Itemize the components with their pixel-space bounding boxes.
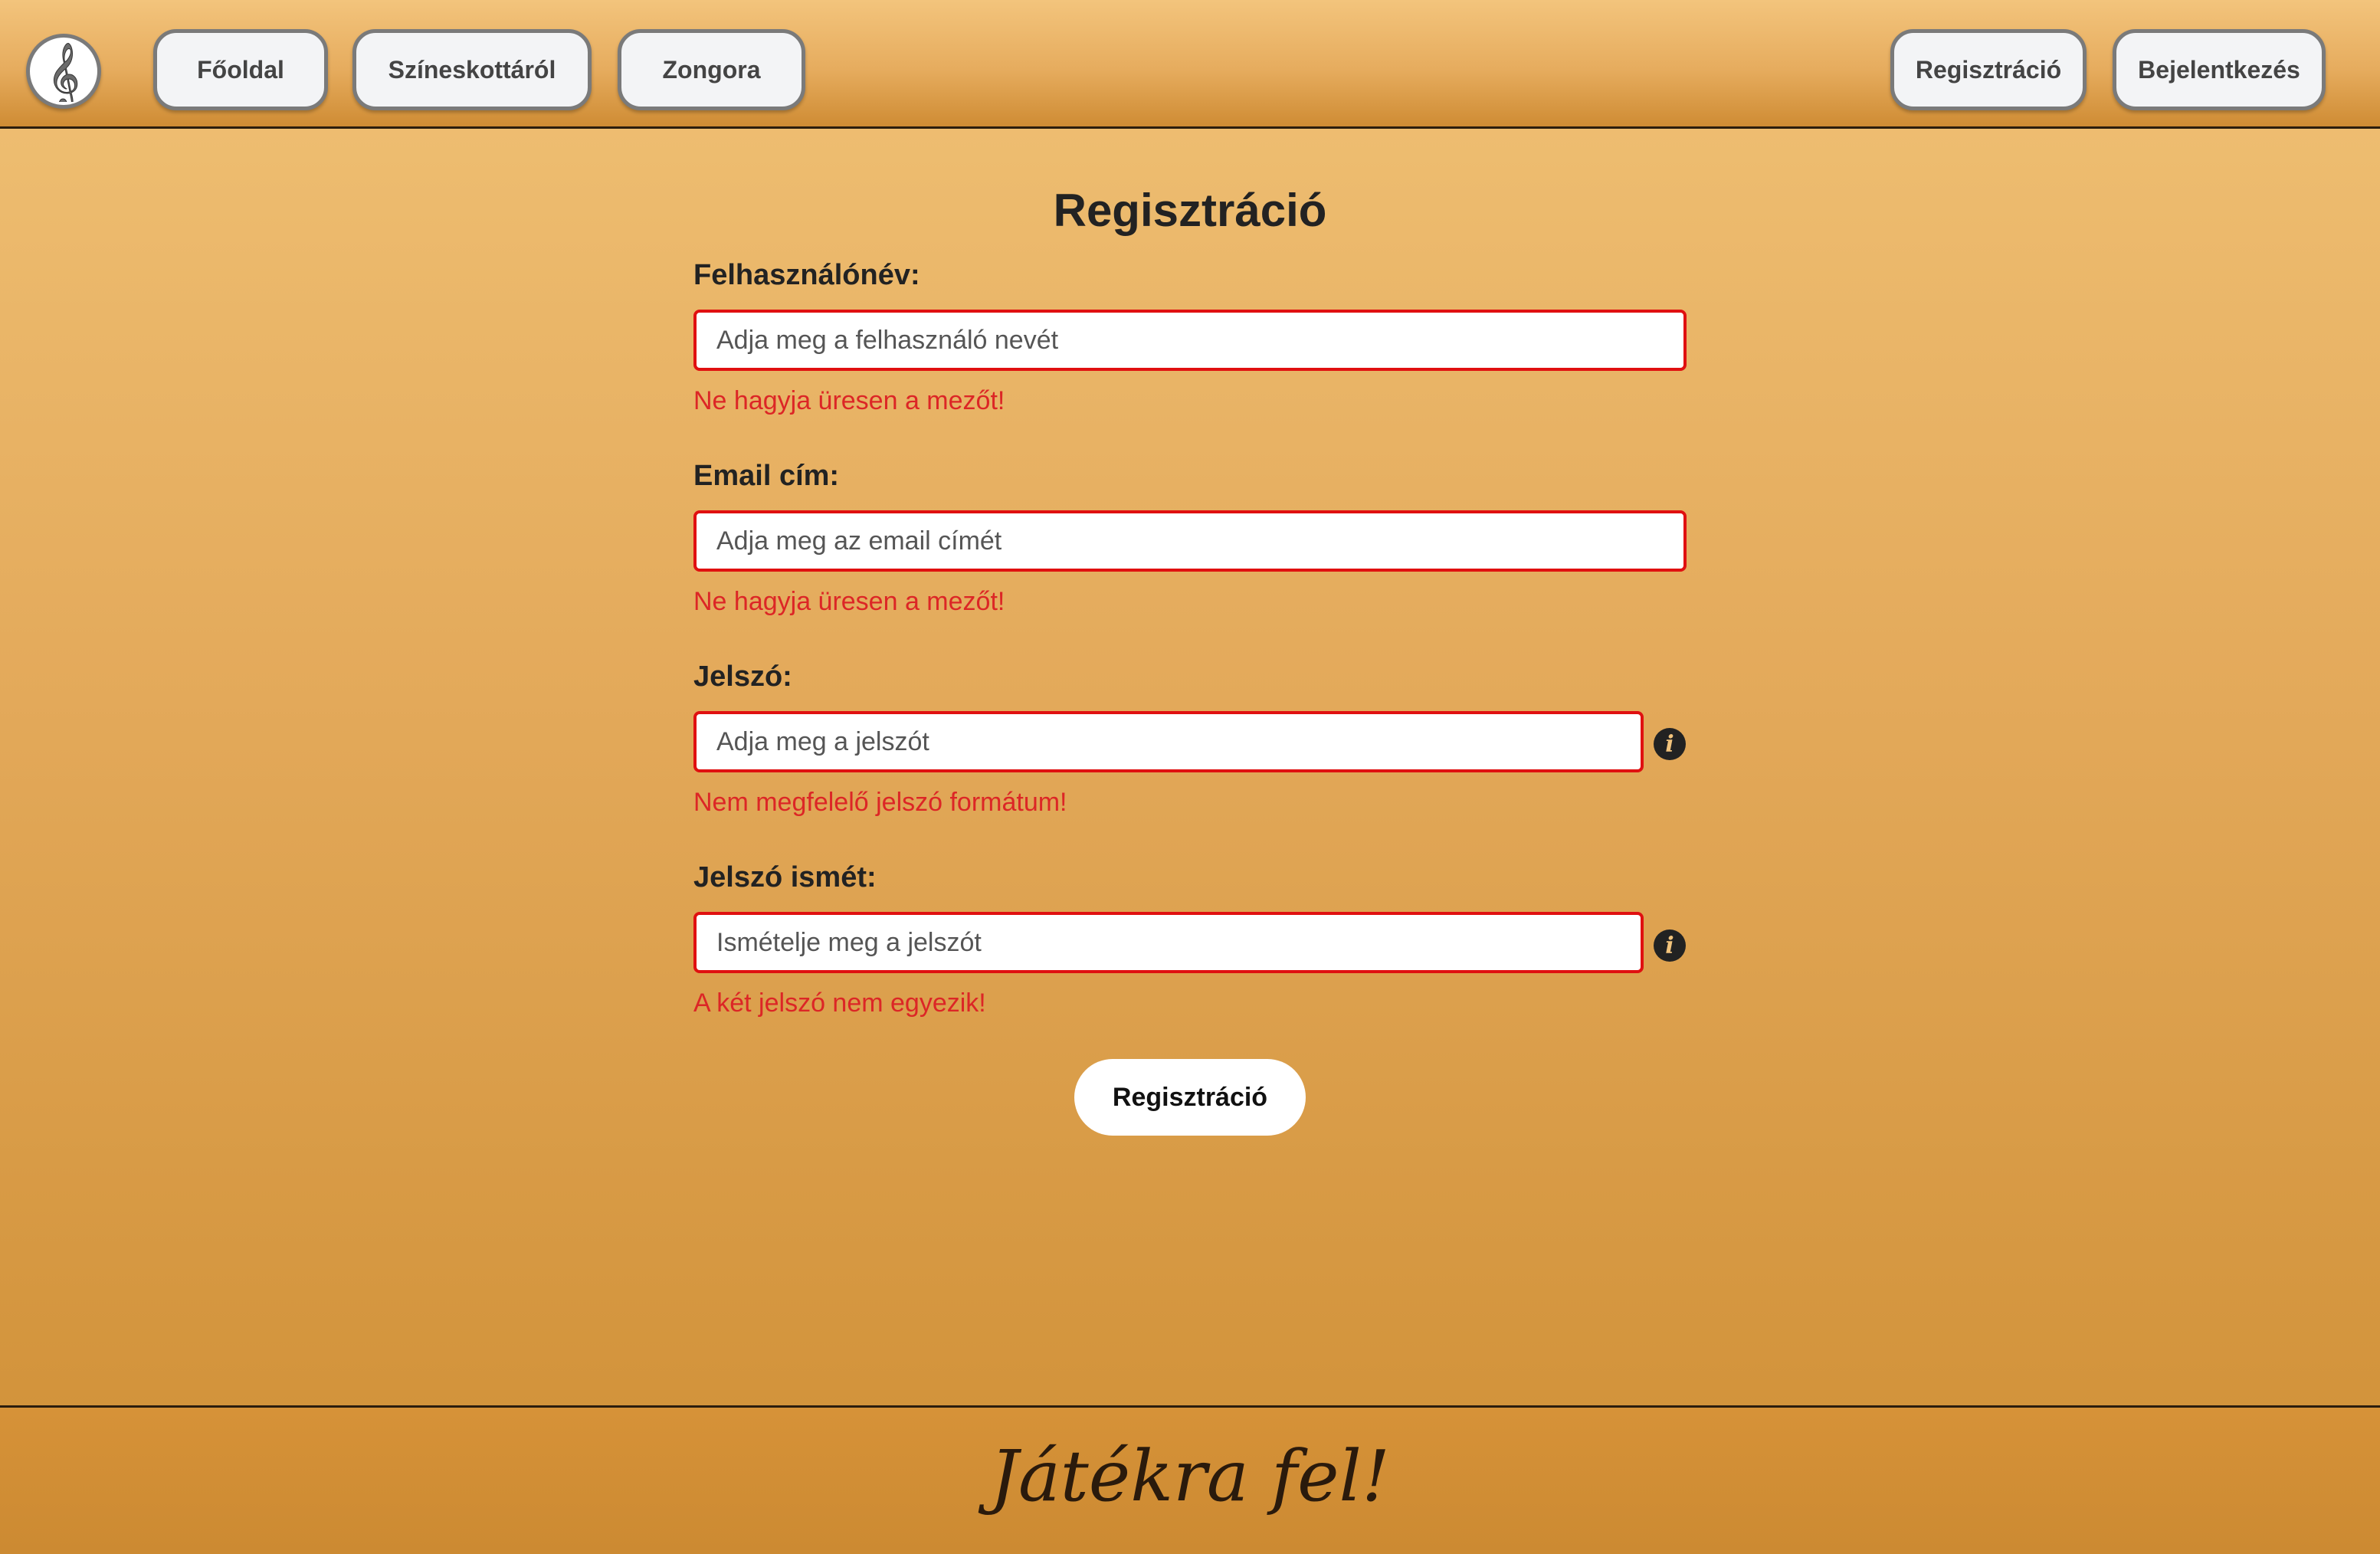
info-icon[interactable]: i	[1654, 728, 1686, 760]
nav-login-button[interactable]: Bejelentkezés	[2113, 29, 2326, 110]
username-label: Felhasználónév:	[693, 259, 920, 291]
treble-clef-icon: 𝄞	[47, 41, 80, 103]
nav-piano-button[interactable]: Zongora	[618, 29, 805, 110]
nav-color-notation-button[interactable]: Színeskottáról	[352, 29, 592, 110]
nav-register-button[interactable]: Regisztráció	[1890, 29, 2087, 110]
nav-home-button[interactable]: Főoldal	[153, 29, 328, 110]
email-input[interactable]	[693, 510, 1687, 572]
email-error: Ne hagyja üresen a mezőt!	[693, 587, 1005, 616]
home-logo[interactable]: 𝄞	[26, 34, 101, 109]
footer-slogan: Játékra fel!	[990, 1435, 1390, 1517]
register-submit-button[interactable]: Regisztráció	[1074, 1059, 1306, 1136]
page-title: Regisztráció	[1053, 185, 1327, 236]
password-repeat-input[interactable]	[693, 912, 1644, 973]
password-input[interactable]	[693, 711, 1644, 772]
username-error: Ne hagyja üresen a mezőt!	[693, 386, 1005, 415]
svg-text:𝄞: 𝄞	[48, 41, 80, 102]
password-label: Jelszó:	[693, 661, 792, 693]
password-repeat-error: A két jelszó nem egyezik!	[693, 988, 986, 1018]
username-input[interactable]	[693, 310, 1687, 371]
top-navbar: 𝄞 Főoldal Színeskottáról Zongora Regiszt…	[0, 0, 2380, 129]
footer: Játékra fel!	[0, 1405, 2380, 1554]
password-error: Nem megfelelő jelszó formátum!	[693, 788, 1067, 817]
password-repeat-label: Jelszó ismét:	[693, 861, 877, 893]
email-label: Email cím:	[693, 460, 840, 492]
info-icon[interactable]: i	[1654, 929, 1686, 962]
